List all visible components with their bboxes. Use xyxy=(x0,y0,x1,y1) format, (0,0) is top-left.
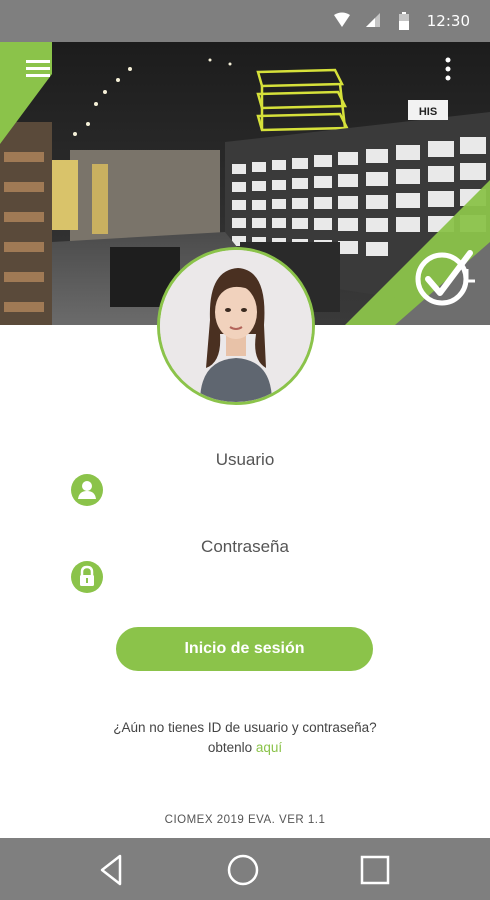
navigation-bar xyxy=(0,838,490,900)
more-vertical-icon[interactable] xyxy=(440,56,456,82)
hamburger-menu-icon[interactable] xyxy=(26,58,50,78)
lock-icon xyxy=(71,561,103,593)
version-footer: CIOMEX 2019 EVA. VER 1.1 xyxy=(164,814,326,826)
wifi-icon xyxy=(334,12,350,27)
back-icon[interactable] xyxy=(94,852,130,888)
recents-icon[interactable] xyxy=(357,852,393,888)
signal-icon xyxy=(366,13,380,27)
help-line: obtenlo aquí xyxy=(0,740,490,755)
get-credentials-link[interactable]: aquí xyxy=(256,740,282,755)
status-bar: 12:30 xyxy=(0,0,490,42)
password-field[interactable] xyxy=(112,561,416,595)
checkmark-logo-icon xyxy=(415,250,475,306)
profile-photo xyxy=(160,250,312,402)
battery-icon xyxy=(399,12,409,30)
login-button[interactable]: Inicio de sesión xyxy=(116,627,373,671)
profile-avatar xyxy=(157,247,315,405)
store-sign: HIS xyxy=(419,106,437,118)
username-field[interactable] xyxy=(112,474,416,508)
home-icon[interactable] xyxy=(225,852,261,888)
user-icon xyxy=(71,474,103,506)
username-label: Usuario xyxy=(215,450,275,469)
status-time: 12:30 xyxy=(426,12,470,30)
password-label: Contraseña xyxy=(201,537,289,556)
help-prefix: obtenlo xyxy=(207,740,253,755)
help-question: ¿Aún no tienes ID de usuario y contraseñ… xyxy=(113,720,377,735)
